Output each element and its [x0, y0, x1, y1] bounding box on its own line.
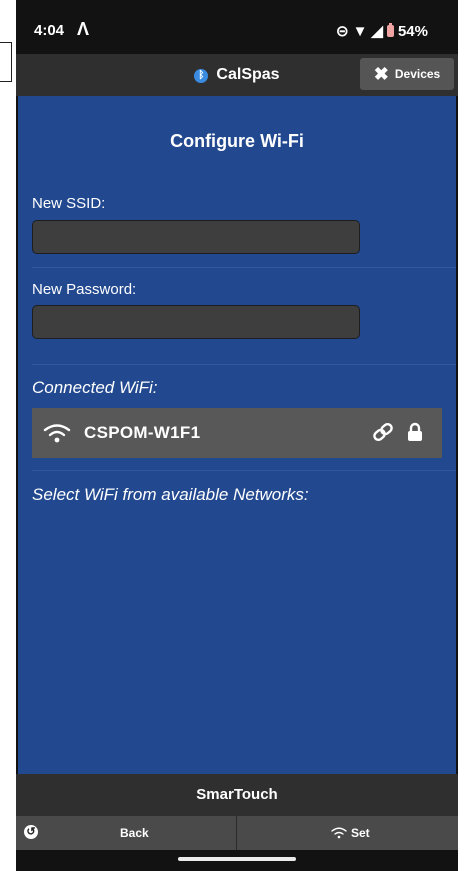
set-button[interactable]: Set	[237, 816, 458, 850]
wifi-icon	[43, 424, 71, 443]
ssid-label: New SSID:	[32, 195, 106, 212]
signal-icon: ◢	[371, 23, 383, 40]
app-header: ᛒ CalSpas ✖ Devices	[16, 54, 458, 96]
dnd-icon: ⊝	[335, 23, 349, 40]
select-wifi-label: Select WiFi from available Networks:	[32, 485, 309, 504]
battery-icon	[386, 23, 394, 37]
bottom-toolbar: ↺ Back Set	[16, 816, 458, 850]
back-button[interactable]: ↺ Back	[16, 816, 236, 850]
back-arrow-icon: ↺	[24, 825, 38, 839]
status-bar: 4:04 Λ ⊝ ▼ ◢ 54%	[16, 10, 458, 44]
connected-wifi-label: Connected WiFi:	[32, 378, 158, 397]
wifi-status-icon: ▼	[352, 22, 368, 40]
password-label: New Password:	[32, 281, 137, 298]
configure-wifi-panel: Configure Wi-Fi New SSID: New Password: …	[18, 96, 456, 774]
set-button-label: Set	[351, 826, 370, 840]
battery-percent: 54%	[397, 22, 428, 40]
app-title-text: CalSpas	[216, 66, 280, 83]
bluetooth-icon: ᛒ	[194, 69, 209, 83]
network-status-icons	[372, 422, 424, 442]
set-button-content: Set	[331, 816, 370, 850]
connected-network-row[interactable]: CSPOM-W1F1	[32, 408, 442, 458]
devices-button-label: Devices	[394, 67, 441, 81]
link-icon	[373, 422, 393, 442]
footer-title: SmarTouch	[16, 774, 458, 816]
navigation-arrow-icon: Λ	[77, 19, 90, 39]
lock-icon	[408, 422, 422, 441]
status-icons: ⊝ ▼ ◢ 54%	[335, 22, 428, 41]
window-frame-edge	[0, 42, 12, 82]
phone-screen: 4:04 Λ ⊝ ▼ ◢ 54% ᛒ CalSpas ✖ Devices Conf…	[16, 0, 458, 871]
divider	[32, 364, 456, 365]
password-input[interactable]	[32, 305, 360, 339]
ssid-input[interactable]	[32, 220, 360, 254]
page-title: Configure Wi-Fi	[170, 131, 304, 151]
connected-network-name: CSPOM-W1F1	[84, 423, 201, 442]
home-indicator[interactable]	[178, 857, 296, 861]
divider	[32, 267, 456, 268]
devices-button[interactable]: ✖ Devices	[360, 58, 454, 90]
status-time: 4:04	[34, 22, 65, 39]
back-button-label: Back	[120, 826, 149, 840]
close-icon: ✖	[373, 64, 389, 84]
wifi-small-icon	[331, 827, 347, 839]
divider	[32, 470, 456, 471]
